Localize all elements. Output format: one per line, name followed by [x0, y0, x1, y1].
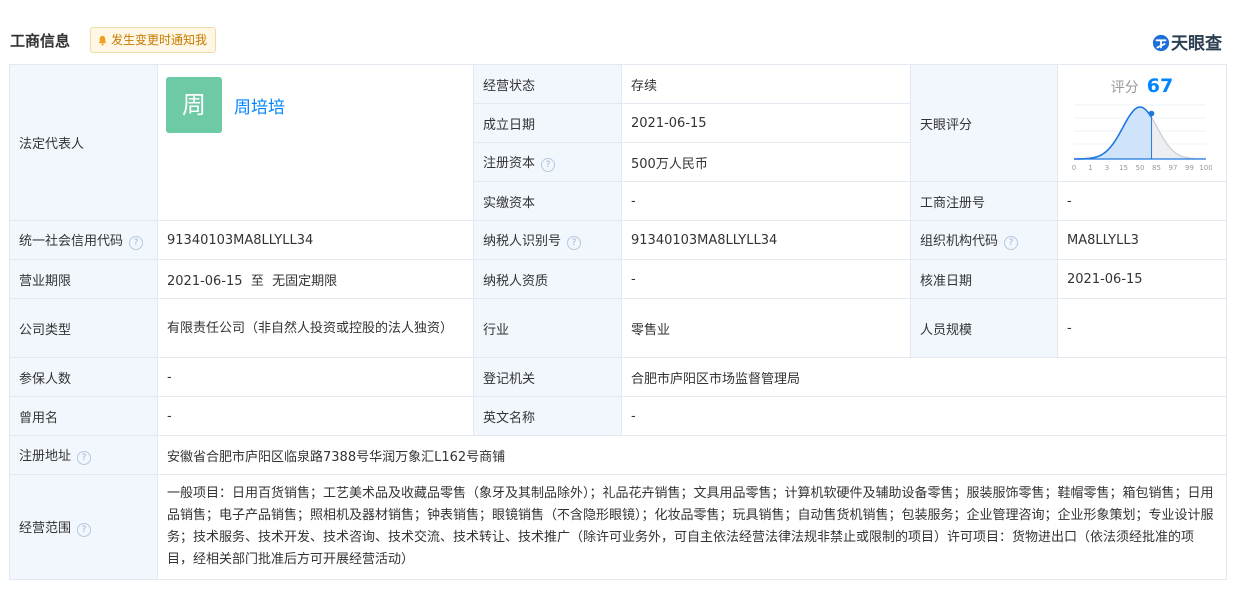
taxpayer-quality-value: - [621, 259, 911, 299]
status-value: 存续 [621, 64, 911, 104]
question-icon[interactable]: ? [541, 158, 556, 172]
question-icon[interactable]: ? [129, 236, 144, 250]
tianyancha-logo-icon [1152, 34, 1170, 52]
notify-change-button[interactable]: 发生变更时通知我 [90, 27, 217, 53]
bell-icon [98, 35, 107, 46]
approval-date-label: 核准日期 [910, 259, 1058, 299]
established-value: 2021-06-15 [621, 103, 911, 143]
reg-capital-label: 注册资本 [483, 156, 536, 171]
english-name-value: - [621, 396, 1227, 436]
score-distribution-chart: 0 1 3 15 50 85 97 99 100 [1072, 104, 1212, 172]
scope-label-cell: 经营范围? [9, 474, 158, 580]
tianyan-score-label: 天眼评分 [910, 64, 1058, 182]
scope-label: 经营范围 [19, 521, 72, 536]
brand-name: 天眼查 [1171, 34, 1222, 54]
table-row: 曾用名 - 英文名称 - [9, 396, 1227, 436]
taxpayer-id-label-cell: 纳税人识别号? [473, 220, 622, 260]
table-row: 统一社会信用代码? 91340103MA8LLYLL34 纳税人识别号? 913… [9, 220, 1227, 260]
address-label: 注册地址 [19, 449, 72, 464]
chart-tick-label: 85 [1152, 164, 1161, 172]
scope-value: 一般项目：日用百货销售；工艺美术品及收藏品零售（象牙及其制品除外）；礼品花卉销售… [157, 474, 1227, 580]
chart-tick-label: 99 [1185, 164, 1194, 172]
chart-tick-label: 1 [1088, 164, 1092, 172]
credit-code-label: 统一社会信用代码 [19, 234, 124, 249]
reg-number-label: 工商注册号 [910, 181, 1058, 221]
reg-number-value: - [1057, 181, 1227, 221]
reg-capital-value: 500万人民币 [621, 142, 911, 182]
chart-tick-label: 15 [1119, 164, 1128, 172]
status-label: 经营状态 [473, 64, 622, 104]
score-value: 67 [1146, 75, 1174, 97]
former-name-value: - [157, 396, 474, 436]
staff-size-value: - [1057, 298, 1227, 358]
staff-size-label: 人员规模 [910, 298, 1058, 358]
section-header: 工商信息 发生变更时通知我 天眼查 [10, 26, 1222, 54]
insured-label: 参保人数 [9, 357, 158, 397]
chart-tick-label: 0 [1072, 164, 1076, 172]
table-row: 公司类型 有限责任公司（非自然人投资或控股的法人独资） 行业 零售业 人员规模 … [9, 298, 1227, 358]
taxpayer-id-label: 纳税人识别号 [483, 234, 562, 249]
industry-label: 行业 [473, 298, 622, 358]
question-icon[interactable]: ? [1004, 236, 1019, 250]
table-row: 法定代表人 周 周培培 经营状态 存续 天眼评分 评分 67 0 1 3 15 50 85 9… [9, 64, 1227, 221]
score-caption: 评分 [1110, 80, 1139, 96]
established-label: 成立日期 [473, 103, 622, 143]
score-header: 评分 67 [1059, 75, 1226, 97]
legal-rep-label: 法定代表人 [9, 64, 158, 221]
table-row: 经营范围? 一般项目：日用百货销售；工艺美术品及收藏品零售（象牙及其制品除外）；… [9, 474, 1227, 580]
chart-area-rest [1151, 117, 1206, 159]
term-label: 营业期限 [9, 259, 158, 299]
brand-logo[interactable]: 天眼查 [1152, 29, 1222, 54]
chart-area-filled [1074, 107, 1152, 159]
registry-value: 合肥市庐阳区市场监督管理局 [621, 357, 1227, 397]
question-icon[interactable]: ? [567, 236, 582, 250]
avatar[interactable]: 周 [166, 77, 222, 133]
legal-rep-cell: 周 周培培 [157, 64, 474, 221]
legal-rep-name-link[interactable]: 周培培 [234, 93, 285, 118]
org-code-label: 组织机构代码 [920, 234, 999, 249]
taxpayer-id-value: 91340103MA8LLYLL34 [621, 220, 911, 260]
industry-value: 零售业 [621, 298, 911, 358]
credit-code-value: 91340103MA8LLYLL34 [157, 220, 474, 260]
table-row: 营业期限 2021-06-15 至 无固定期限 纳税人资质 - 核准日期 202… [9, 259, 1227, 299]
insured-value: - [157, 357, 474, 397]
english-name-label: 英文名称 [473, 396, 622, 436]
question-icon[interactable]: ? [77, 523, 92, 537]
address-label-cell: 注册地址? [9, 435, 158, 475]
approval-date-value: 2021-06-15 [1057, 259, 1227, 299]
chart-tick-label: 3 [1105, 164, 1109, 172]
org-code-label-cell: 组织机构代码? [910, 220, 1058, 260]
section-title: 工商信息 [10, 32, 71, 50]
table-row: 参保人数 - 登记机关 合肥市庐阳区市场监督管理局 [9, 357, 1227, 397]
notify-change-label: 发生变更时通知我 [111, 33, 208, 47]
address-value: 安徽省合肥市庐阳区临泉路7388号华润万象汇L162号商铺 [157, 435, 1227, 475]
chart-tick-label: 100 [1199, 164, 1212, 172]
table-row: 注册地址? 安徽省合肥市庐阳区临泉路7388号华润万象汇L162号商铺 [9, 435, 1227, 475]
former-name-label: 曾用名 [9, 396, 158, 436]
term-value: 2021-06-15 至 无固定期限 [157, 259, 474, 299]
registry-label: 登记机关 [473, 357, 622, 397]
chart-tick-label: 97 [1169, 164, 1178, 172]
taxpayer-quality-label: 纳税人资质 [473, 259, 622, 299]
credit-code-label-cell: 统一社会信用代码? [9, 220, 158, 260]
org-code-value: MA8LLYLL3 [1057, 220, 1227, 260]
question-icon[interactable]: ? [77, 451, 92, 465]
company-type-label: 公司类型 [9, 298, 158, 358]
reg-capital-label-cell: 注册资本? [473, 142, 622, 182]
chart-marker-pin [1148, 110, 1155, 117]
paid-capital-value: - [621, 181, 911, 221]
chart-tick-label: 50 [1136, 164, 1145, 172]
paid-capital-label: 实缴资本 [473, 181, 622, 221]
tianyan-score-cell[interactable]: 评分 67 0 1 3 15 50 85 97 99 100 [1057, 64, 1227, 182]
company-type-value: 有限责任公司（非自然人投资或控股的法人独资） [157, 298, 474, 358]
business-info-table: 法定代表人 周 周培培 经营状态 存续 天眼评分 评分 67 0 1 3 15 50 85 9… [9, 64, 1227, 580]
